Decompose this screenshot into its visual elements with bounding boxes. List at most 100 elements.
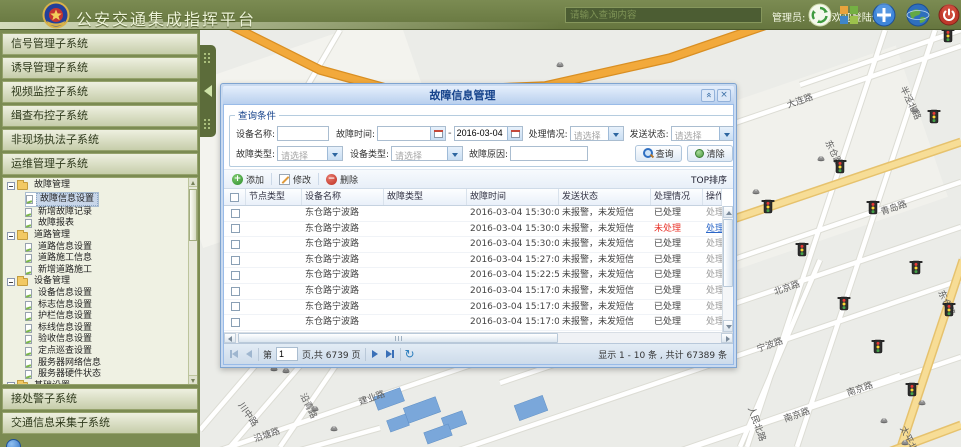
chevron-down-icon[interactable] xyxy=(327,147,342,160)
first-page-button[interactable] xyxy=(228,347,240,361)
row-checkbox[interactable] xyxy=(224,222,246,237)
last-page-button[interactable] xyxy=(384,347,396,361)
row-checkbox[interactable] xyxy=(224,253,246,268)
tree-item-fault-info-setting[interactable]: 故障信息设置 xyxy=(25,192,99,207)
query-button[interactable]: 查询 xyxy=(635,145,682,162)
power-icon[interactable] xyxy=(938,4,960,26)
sidebar-item-investigation-control[interactable]: 缉查布控子系统 xyxy=(2,105,198,127)
sidebar-item-traffic-info-collection[interactable]: 交通信息采集子系统 xyxy=(2,412,198,434)
sidebar-item-guidance-mgmt[interactable]: 诱导管理子系统 xyxy=(2,57,198,79)
scroll-up-icon[interactable] xyxy=(189,178,197,187)
chevron-down-icon[interactable] xyxy=(608,127,623,140)
scroll-up-icon[interactable] xyxy=(723,206,733,218)
tree-item-fault-mgmt[interactable]: 故障管理 xyxy=(7,180,197,192)
scroll-right-icon[interactable] xyxy=(721,333,733,343)
table-row[interactable]: 东仓路宁波路 2016-03-04 15:30:00 未报警，未发短信 已处理 … xyxy=(224,206,722,222)
sidebar-item-video-monitor[interactable]: 视频监控子系统 xyxy=(2,81,198,103)
close-dialog-icon[interactable]: × xyxy=(717,89,731,102)
next-page-button[interactable] xyxy=(370,347,380,361)
tree-item-fault-report[interactable]: 故障报表 xyxy=(25,218,197,230)
table-row[interactable]: 东仓路宁波路 2016-03-04 15:17:01 未报警，未发短信 已处理 … xyxy=(224,315,722,331)
chevron-down-icon[interactable] xyxy=(447,147,462,160)
collapse-toggle-icon[interactable] xyxy=(7,232,15,240)
calendar-icon[interactable] xyxy=(507,127,522,140)
global-search-input[interactable] xyxy=(565,7,762,23)
scrollbar-thumb[interactable] xyxy=(723,219,733,287)
table-row[interactable]: 东仓路宁波路 2016-03-04 15:17:01 未报警，未发短信 已处理 … xyxy=(224,300,722,316)
grid-horizontal-scrollbar[interactable] xyxy=(224,332,733,343)
tree-item-device-info-setting[interactable]: 设备信息设置 xyxy=(25,288,197,300)
scroll-down-icon[interactable] xyxy=(723,320,733,332)
tree-item-guardrail-info-setting[interactable]: 护栏信息设置 xyxy=(25,311,197,323)
sidebar-item-signal-mgmt[interactable]: 信号管理子系统 xyxy=(2,33,198,55)
device-name-input[interactable] xyxy=(277,126,329,141)
top-sort-label[interactable]: TOP排序 xyxy=(691,173,727,186)
row-checkbox[interactable] xyxy=(224,300,246,315)
sidebar-item-ops-maintenance[interactable]: 运维管理子系统 xyxy=(2,153,198,175)
row-checkbox[interactable] xyxy=(224,206,246,221)
prev-page-button[interactable] xyxy=(244,347,254,361)
delete-button[interactable]: − 删除 xyxy=(323,171,361,188)
plus-icon[interactable] xyxy=(872,3,896,27)
tree-item-server-hardware-status[interactable]: 服务器硬件状态 xyxy=(25,369,197,381)
recycle-icon[interactable] xyxy=(808,3,832,27)
dialog-titlebar[interactable]: 故障信息管理 « × xyxy=(223,86,734,104)
modify-button[interactable]: 修改 xyxy=(276,171,314,188)
calendar-icon[interactable] xyxy=(430,127,445,140)
tree-item-basic-setting[interactable]: 基础设置 xyxy=(7,381,197,386)
col-node-type[interactable]: 节点类型 xyxy=(246,189,302,205)
tree-item-device-mgmt[interactable]: 设备管理 xyxy=(7,276,197,288)
tree-item-server-network-info[interactable]: 服务器网络信息 xyxy=(25,357,197,369)
fault-reason-input[interactable] xyxy=(510,146,588,161)
scroll-left-icon[interactable] xyxy=(224,333,236,343)
col-operation[interactable]: 操作 xyxy=(703,189,722,205)
tree-scrollbar[interactable] xyxy=(188,178,197,384)
grid-vertical-scrollbar[interactable] xyxy=(722,206,733,332)
tree-item-acceptance-info-setting[interactable]: 验收信息设置 xyxy=(25,334,197,346)
row-checkbox[interactable] xyxy=(224,284,246,299)
sidebar-item-alarm-handling[interactable]: 接处警子系统 xyxy=(2,388,198,410)
chevron-down-icon[interactable] xyxy=(719,127,734,140)
dashboard-grid-icon[interactable] xyxy=(840,6,858,24)
table-row[interactable]: 东仓路宁波路 2016-03-04 15:30:00 未报警，未发短信 未处理 … xyxy=(224,222,722,238)
send-status-select[interactable]: 请选择 xyxy=(671,126,734,141)
fault-time-from-input[interactable] xyxy=(378,127,430,140)
row-checkbox[interactable] xyxy=(224,315,246,330)
fault-type-select[interactable]: 请选择 xyxy=(277,146,343,161)
clear-button[interactable]: 清除 xyxy=(687,145,733,162)
tree-item-road-mgmt[interactable]: 道路管理 xyxy=(7,230,197,242)
sidebar-item-offsite-enforcement[interactable]: 非现场执法子系统 xyxy=(2,129,198,151)
scroll-down-icon[interactable] xyxy=(189,375,197,384)
page-number-input[interactable] xyxy=(276,347,298,361)
col-handle-status[interactable]: 处理情况 xyxy=(651,189,703,205)
tree-item-sign-info-setting[interactable]: 标志信息设置 xyxy=(25,299,197,311)
tree-item-add-fault-record[interactable]: 新增故障记录 xyxy=(25,207,197,219)
scrollbar-thumb[interactable] xyxy=(189,189,197,241)
tree-item-marking-info-setting[interactable]: 标线信息设置 xyxy=(25,323,197,335)
table-row[interactable]: 东仓路宁波路 2016-03-04 15:30:00 未报警，未发短信 已处理 … xyxy=(224,237,722,253)
table-row[interactable]: 东仓路宁波路 2016-03-04 15:27:00 未报警，未发短信 已处理 … xyxy=(224,253,722,269)
tree-item-add-road-construction[interactable]: 新增道路施工 xyxy=(25,265,197,277)
col-device-name[interactable]: 设备名称 xyxy=(302,189,384,205)
row-checkbox[interactable] xyxy=(224,237,246,252)
handle-status-select[interactable]: 请选择 xyxy=(570,126,624,141)
collapse-toggle-icon[interactable] xyxy=(7,182,15,190)
collapse-dialog-icon[interactable]: « xyxy=(701,89,715,102)
scrollbar-thumb[interactable] xyxy=(238,333,558,343)
refresh-icon[interactable]: ↻ xyxy=(405,348,415,360)
tree-item-road-construction-info[interactable]: 道路施工信息 xyxy=(25,253,197,265)
collapse-toggle-icon[interactable] xyxy=(7,278,15,286)
panel-collapse-handle[interactable] xyxy=(200,45,216,137)
table-row[interactable]: 东仓路宁波路 2016-03-04 15:22:50 未报警，未发短信 已处理 … xyxy=(224,268,722,284)
handle-link[interactable]: 处理 xyxy=(703,222,722,237)
col-fault-time[interactable]: 故障时间 xyxy=(467,189,559,205)
tree-item-road-info-setting[interactable]: 道路信息设置 xyxy=(25,241,197,253)
device-type-select[interactable]: 请选择 xyxy=(391,146,463,161)
fault-time-to-input[interactable] xyxy=(455,127,507,140)
add-button[interactable]: + 添加 xyxy=(229,171,267,188)
row-checkbox[interactable] xyxy=(224,268,246,283)
select-all-checkbox[interactable] xyxy=(224,189,246,205)
col-fault-type[interactable]: 故障类型 xyxy=(384,189,467,205)
globe-icon[interactable] xyxy=(906,3,930,27)
expand-toggle-icon[interactable] xyxy=(7,382,15,385)
